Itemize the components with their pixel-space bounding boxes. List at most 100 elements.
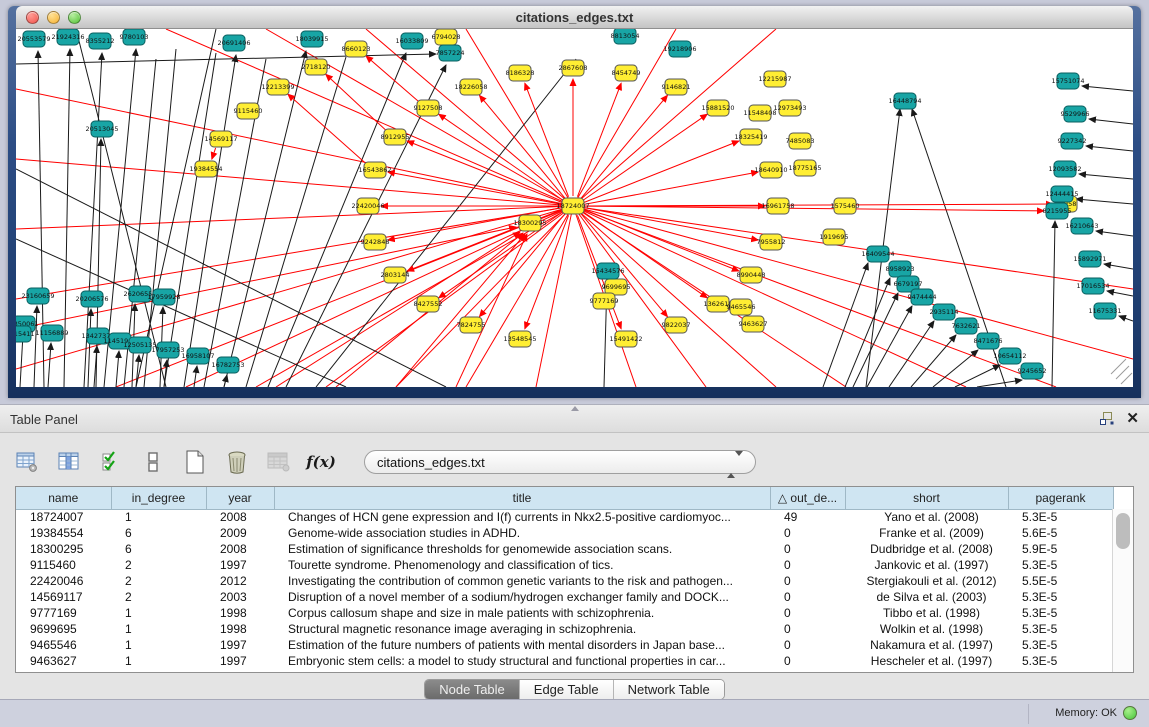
graph-node[interactable]: 16409544 <box>861 246 894 262</box>
table-row[interactable]: 969969511998Structural magnetic resonanc… <box>16 621 1113 637</box>
graph-node[interactable]: 15491422 <box>609 331 642 347</box>
table-selector-dropdown[interactable]: citations_edges.txt <box>364 450 756 474</box>
graph-node[interactable]: 8912955 <box>381 129 410 145</box>
graph-node[interactable]: 18039915 <box>295 31 328 47</box>
table-row[interactable]: 977716911998Corpus callosum shape and si… <box>16 605 1113 621</box>
panel-resize-grip[interactable] <box>571 406 579 411</box>
graph-node[interactable]: 15881520 <box>701 100 734 116</box>
graph-node[interactable]: 9529966 <box>1061 106 1090 122</box>
graph-node[interactable]: 17016534 <box>1076 278 1109 294</box>
graph-node[interactable]: 14569117 <box>204 131 237 147</box>
network-window-titlebar[interactable]: citations_edges.txt <box>16 6 1133 29</box>
graph-node[interactable]: 8186328 <box>506 65 535 81</box>
graph-node[interactable]: 2867608 <box>559 60 588 76</box>
graph-node[interactable]: 9780103 <box>120 29 149 45</box>
tab-node-table[interactable]: Node Table <box>425 680 520 699</box>
graph-node[interactable]: 12215987 <box>758 71 791 87</box>
delete-column-button[interactable] <box>224 449 250 475</box>
graph-node[interactable]: 2718120 <box>302 59 331 75</box>
deselect-rows-button[interactable] <box>140 449 166 475</box>
graph-node[interactable]: 18640910 <box>754 162 787 178</box>
tab-edge-table[interactable]: Edge Table <box>520 680 614 699</box>
network-canvas[interactable]: 1872400716961758186409101832541915881520… <box>16 29 1133 387</box>
column-header-short[interactable]: short <box>845 487 1008 509</box>
graph-node[interactable]: 7824755 <box>457 317 486 333</box>
table-row[interactable]: 1872400712008Changes of HCN gene express… <box>16 509 1113 525</box>
graph-node[interactable]: 9115460 <box>234 103 263 119</box>
graph-node[interactable]: 16782753 <box>211 357 244 373</box>
network-graph[interactable]: 1872400716961758186409101832541915881520… <box>16 29 1133 387</box>
graph-node[interactable]: 16033809 <box>395 33 428 49</box>
close-panel-button[interactable]: ✕ <box>1126 411 1139 426</box>
graph-node[interactable]: 9777169 <box>590 293 619 309</box>
column-header-pagerank[interactable]: pagerank <box>1008 487 1113 509</box>
table-row[interactable]: 1456911722003Disruption of a novel membe… <box>16 589 1113 605</box>
table-scrollbar-thumb[interactable] <box>1116 513 1130 549</box>
table-row[interactable]: 946362711997Embryonic stem cells: a mode… <box>16 653 1113 669</box>
table-scrollbar[interactable] <box>1112 509 1133 672</box>
graph-node[interactable]: 8454749 <box>612 65 641 81</box>
create-column-button[interactable] <box>182 449 208 475</box>
graph-node[interactable]: 8215955 <box>1043 203 1072 219</box>
graph-node[interactable]: 12093582 <box>1048 161 1081 177</box>
graph-node[interactable]: 10654112 <box>993 348 1026 364</box>
graph-node[interactable]: 8990448 <box>737 267 766 283</box>
graph-node[interactable]: 20206576 <box>75 291 108 307</box>
graph-node[interactable]: 8660123 <box>342 41 371 57</box>
graph-node[interactable]: 9245652 <box>1018 363 1047 379</box>
graph-node[interactable]: 16448794 <box>888 93 921 109</box>
graph-node[interactable]: 9474444 <box>908 289 937 305</box>
graph-node[interactable]: 9242848 <box>361 234 390 250</box>
graph-node[interactable]: 9463627 <box>739 316 768 332</box>
graph-node[interactable]: 20691406 <box>217 35 250 51</box>
column-header-in-degree[interactable]: in_degree <box>111 487 206 509</box>
graph-node[interactable]: 7955812 <box>757 234 786 250</box>
tab-network-table[interactable]: Network Table <box>614 680 724 699</box>
graph-node[interactable]: 15892971 <box>1073 251 1106 267</box>
graph-node[interactable]: 22420046 <box>351 198 384 214</box>
graph-node[interactable]: 8427552 <box>414 296 443 312</box>
graph-node[interactable]: 16210643 <box>1065 218 1098 234</box>
graph-node[interactable]: 18325419 <box>734 129 767 145</box>
graph-node[interactable]: 1919695 <box>820 229 849 245</box>
graph-node[interactable]: 18775165 <box>788 160 821 176</box>
graph-node[interactable]: 15751074 <box>1051 73 1084 89</box>
graph-node[interactable]: 9127508 <box>414 100 443 116</box>
column-header-title[interactable]: title <box>274 487 770 509</box>
graph-node[interactable]: 9822037 <box>662 317 691 333</box>
column-header-name[interactable]: name <box>16 487 111 509</box>
graph-node[interactable]: 16543862 <box>358 162 391 178</box>
graph-node[interactable]: 18226058 <box>454 79 487 95</box>
graph-node[interactable]: 20553579 <box>17 31 50 47</box>
graph-node[interactable]: 9227342 <box>1058 133 1087 149</box>
function-builder-button[interactable]: f(x) <box>308 449 334 475</box>
graph-node[interactable]: 23160659 <box>21 288 54 304</box>
graph-node[interactable]: 9465546 <box>727 299 756 315</box>
select-rows-button[interactable] <box>98 449 124 475</box>
graph-node[interactable]: 2803144 <box>381 267 410 283</box>
graph-node[interactable]: 7485083 <box>786 133 815 149</box>
column-header-year[interactable]: year <box>206 487 274 509</box>
graph-node[interactable]: 1575460 <box>831 198 860 214</box>
table-mode-button[interactable] <box>14 449 40 475</box>
graph-node[interactable]: 8958923 <box>886 261 915 277</box>
column-header-out-de-[interactable]: △ out_de... <box>770 487 845 509</box>
graph-node[interactable]: 13548545 <box>503 331 536 347</box>
graph-node[interactable]: 6794028 <box>432 29 461 45</box>
graph-node[interactable]: 11548408 <box>743 105 776 121</box>
graph-node[interactable]: 20513045 <box>85 121 118 137</box>
graph-node[interactable]: 11156889 <box>35 325 68 341</box>
graph-node[interactable]: 8355212 <box>86 33 115 49</box>
graph-node[interactable]: 11675331 <box>1088 303 1121 319</box>
table-row[interactable]: 1830029562008Estimation of significance … <box>16 541 1113 557</box>
graph-node[interactable]: 8471676 <box>974 333 1003 349</box>
graph-node[interactable]: 12213399 <box>261 79 294 95</box>
table-row[interactable]: 1938455462009Genome-wide association stu… <box>16 525 1113 541</box>
graph-node[interactable]: 2935114 <box>930 304 959 320</box>
float-panel-button[interactable] <box>1100 412 1114 425</box>
graph-node[interactable]: 12973493 <box>773 100 806 116</box>
graph-node[interactable]: 16961758 <box>761 198 794 214</box>
table-row[interactable]: 946554611997Estimation of the future num… <box>16 637 1113 653</box>
graph-node[interactable]: 19218906 <box>663 41 696 57</box>
graph-node[interactable]: 7857224 <box>436 45 465 61</box>
